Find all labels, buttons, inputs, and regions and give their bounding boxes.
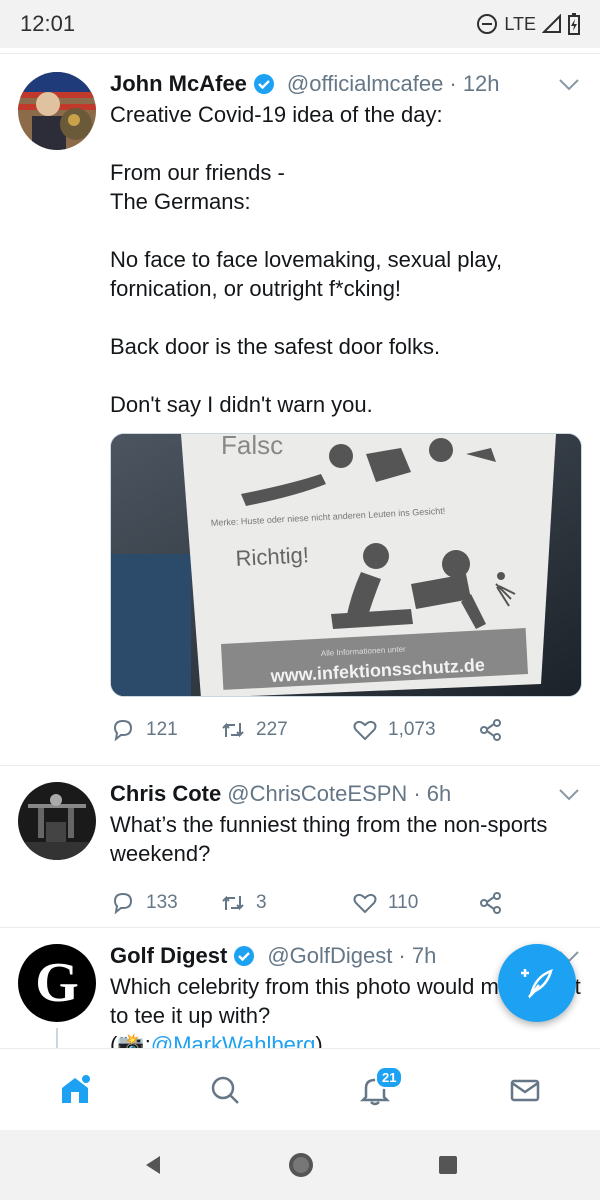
sign-richtig-text: Richtig! bbox=[235, 542, 310, 571]
recents-icon[interactable] bbox=[436, 1153, 460, 1177]
share-button[interactable] bbox=[478, 890, 504, 916]
compose-tweet-button[interactable] bbox=[498, 944, 576, 1022]
like-count: 110 bbox=[388, 892, 419, 913]
reply-button[interactable]: 133 bbox=[110, 890, 220, 916]
retweet-icon bbox=[222, 895, 244, 911]
mail-icon bbox=[510, 1079, 540, 1101]
tweet-actions: 121 227 1,073 bbox=[110, 715, 580, 745]
heart-icon bbox=[353, 720, 377, 741]
share-icon bbox=[480, 719, 501, 741]
back-icon[interactable] bbox=[140, 1152, 166, 1178]
retweet-icon bbox=[222, 722, 244, 738]
camera-emoji: 📸 bbox=[117, 1032, 145, 1048]
tweet-image[interactable]: Falsc Merke: Huste oder niese nicht ande… bbox=[110, 433, 582, 697]
mention-link[interactable]: @MarkWahlberg bbox=[151, 1032, 316, 1048]
tweet-text: Creative Covid-19 idea of the day: From … bbox=[110, 102, 503, 417]
tweet-text-end: ) bbox=[315, 1032, 323, 1048]
reply-button[interactable]: 121 bbox=[110, 717, 220, 743]
avatar-letter: G bbox=[35, 952, 79, 1014]
battery-icon bbox=[568, 13, 580, 35]
chevron-down-icon[interactable] bbox=[558, 78, 580, 92]
tweet-actions: 133 3 110 bbox=[110, 888, 580, 918]
nav-messages[interactable] bbox=[495, 1060, 555, 1120]
avatar[interactable]: G bbox=[18, 944, 96, 1022]
reply-icon bbox=[113, 892, 133, 915]
compose-feather-icon bbox=[521, 968, 553, 999]
author-name[interactable]: Chris Cote bbox=[110, 780, 221, 808]
system-navigation-bar bbox=[0, 1130, 600, 1200]
network-label: LTE bbox=[504, 13, 536, 34]
status-bar: 12:01 LTE bbox=[0, 0, 600, 48]
status-time: 12:01 bbox=[20, 11, 76, 36]
tweet[interactable]: Chris Cote @ChrisCoteESPN · 6h What’s th… bbox=[0, 766, 600, 928]
signal-icon bbox=[542, 14, 561, 33]
home-circle-icon[interactable] bbox=[286, 1150, 316, 1180]
author-name[interactable]: John McAfee bbox=[110, 70, 247, 98]
reply-count: 133 bbox=[146, 892, 178, 913]
nav-search[interactable] bbox=[195, 1060, 255, 1120]
thread-line bbox=[56, 1028, 58, 1048]
tweet-time: · 6h bbox=[413, 781, 452, 806]
home-icon bbox=[62, 1074, 90, 1103]
chevron-down-icon[interactable] bbox=[558, 788, 580, 802]
author-handle[interactable]: @officialmcafee bbox=[287, 70, 443, 98]
sign-top-word: Falsc bbox=[221, 434, 283, 460]
avatar[interactable] bbox=[18, 72, 96, 150]
timeline[interactable]: John McAfee @officialmcafee · 12h Creati… bbox=[0, 56, 600, 1048]
do-not-disturb-icon bbox=[477, 14, 498, 34]
author-handle[interactable]: @ChrisCoteESPN bbox=[227, 780, 407, 808]
author-handle[interactable]: @GolfDigest bbox=[267, 942, 392, 970]
share-icon bbox=[480, 892, 501, 914]
like-button[interactable]: 110 bbox=[352, 890, 478, 916]
bottom-navigation: 21 bbox=[0, 1048, 600, 1130]
retweet-button[interactable]: 3 bbox=[220, 890, 352, 916]
tweet-text: What’s the funniest thing from the non-s… bbox=[110, 812, 554, 866]
status-icons: LTE bbox=[476, 13, 580, 35]
notifications-badge: 21 bbox=[375, 1065, 404, 1089]
retweet-button[interactable]: 227 bbox=[220, 717, 352, 743]
reply-count: 121 bbox=[146, 719, 178, 740]
like-count: 1,073 bbox=[388, 719, 436, 740]
verified-badge-icon bbox=[253, 74, 274, 94]
timeline-top-divider bbox=[0, 48, 600, 54]
verified-badge-icon bbox=[234, 946, 255, 966]
tweet-time: · 7h bbox=[398, 943, 437, 968]
tweet[interactable]: John McAfee @officialmcafee · 12h Creati… bbox=[0, 56, 600, 766]
nav-notifications[interactable]: 21 bbox=[345, 1060, 405, 1120]
search-icon bbox=[211, 1076, 239, 1104]
retweet-count: 227 bbox=[256, 719, 288, 740]
share-button[interactable] bbox=[478, 717, 504, 743]
avatar[interactable] bbox=[18, 782, 96, 860]
heart-icon bbox=[353, 893, 377, 914]
reply-icon bbox=[113, 719, 133, 742]
retweet-count: 3 bbox=[256, 892, 267, 913]
tweet-time: · 12h bbox=[449, 71, 500, 96]
author-name[interactable]: Golf Digest bbox=[110, 942, 227, 970]
like-button[interactable]: 1,073 bbox=[352, 717, 478, 743]
nav-home[interactable] bbox=[45, 1060, 105, 1120]
